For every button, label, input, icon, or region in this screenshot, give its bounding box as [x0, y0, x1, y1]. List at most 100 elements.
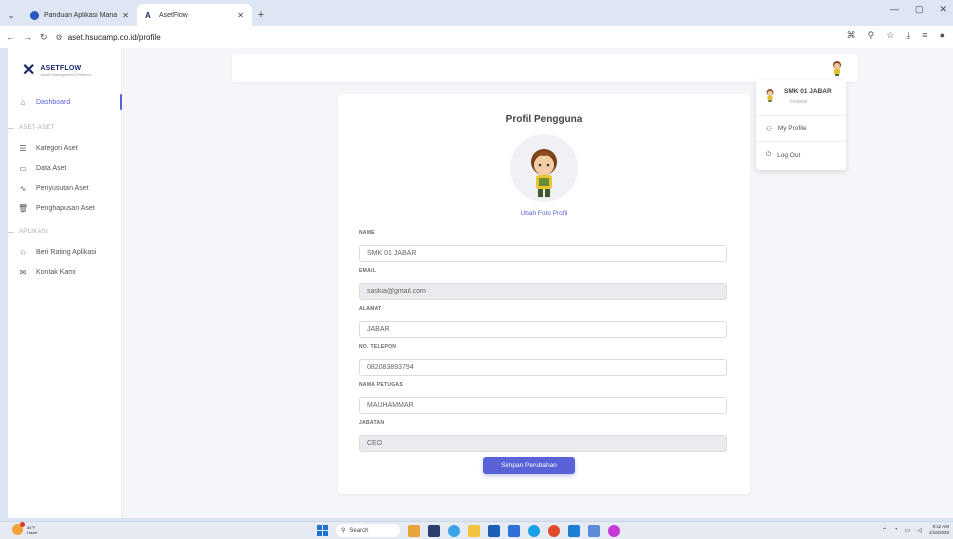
file-explorer-icon[interactable] [468, 524, 480, 537]
tab-favicon-icon [30, 10, 39, 20]
edge-browser-icon[interactable] [528, 524, 540, 537]
site-info-icon[interactable]: ⚙ [56, 33, 63, 42]
taskbar-app-icon[interactable] [428, 524, 440, 537]
power-icon: ⏻ [766, 151, 772, 158]
taskbar-app-icon[interactable] [408, 524, 420, 537]
url-field[interactable]: ⚙ aset.hsucamp.co.id/profile [56, 33, 161, 42]
brand-logo[interactable]: ✕ ASETFLOW Asset Management Platform [8, 48, 121, 84]
sidebar-item-label: Data Aset [36, 164, 67, 172]
tab-favicon-icon: A [145, 10, 151, 20]
brand-tagline: Asset Management Platform [40, 72, 91, 77]
field-label: ALAMAT [359, 306, 382, 312]
sidebar-item-label: Dashboard [36, 98, 71, 106]
tab-close-icon[interactable]: ✕ [122, 11, 129, 20]
close-window-icon[interactable]: ✕ [939, 4, 947, 15]
field-label: NAMA PETUGAS [359, 382, 403, 388]
chevron-up-icon[interactable]: ⌃ [882, 527, 887, 534]
taskbar-app-icon[interactable] [448, 524, 460, 537]
sidebar-item-dashboard[interactable]: ⌂ Dashboard [8, 92, 122, 112]
download-icon[interactable]: ⤓ [906, 30, 910, 41]
save-button[interactable]: Simpan Perubahan [483, 457, 575, 474]
officer-name-input[interactable] [359, 397, 727, 414]
chart-icon: ∿ [19, 183, 27, 193]
dropdown-user-info: SMK 01 JABAR Instansi [756, 80, 846, 116]
url-text: aset.hsucamp.co.id/profile [67, 32, 161, 42]
menu-item-logout[interactable]: ⏻ Log Out [756, 142, 846, 168]
volume-icon[interactable]: ◁ [917, 527, 922, 534]
profile-avatar-icon[interactable]: ● [940, 30, 945, 41]
trash-icon: 🗑 [18, 203, 29, 213]
weather-widget[interactable]: 84°F Hazel [12, 522, 38, 535]
back-icon[interactable]: ← [6, 32, 15, 42]
tab-close-icon[interactable]: ✕ [237, 11, 244, 20]
brand-name: ASETFLOW [40, 65, 82, 72]
taskbar-app-icon[interactable] [508, 524, 520, 537]
sidebar-item-label: Penghapusan Aset [36, 204, 95, 212]
dropdown-user-name: SMK 01 JABAR [784, 88, 832, 95]
menu-item-label: My Profile [777, 125, 807, 132]
sidebar-item-penghapusan-aset[interactable]: 🗑 Penghapusan Aset [8, 198, 121, 218]
minimize-icon[interactable]: — [890, 4, 899, 15]
zoom-icon[interactable]: ⚲ [868, 30, 875, 41]
tab-search-icon[interactable]: ⌄ [0, 4, 22, 26]
sidebar-item-label: Kategori Aset [36, 144, 78, 152]
tab-title: Panduan Aplikasi Manajemen A [44, 11, 118, 19]
field-jabatan: JABATAN [359, 420, 727, 452]
sidebar-item-penyusutan-aset[interactable]: ∿ Penyusutan Aset [8, 178, 121, 198]
browser-toolbar-right: ⌘ ⚲ ☆ ⤓ ≡ ● [847, 30, 945, 41]
sidebar-item-kontak[interactable]: ✉ Kontak Kami [8, 262, 121, 282]
menu-item-label: Log Out [777, 151, 801, 159]
phone-input[interactable] [359, 359, 727, 376]
field-label: EMAIL [359, 268, 377, 274]
clock[interactable]: 9:42 AM 4/16/2025 [929, 524, 949, 536]
position-input [359, 435, 727, 452]
profile-avatar-image [531, 149, 557, 197]
asetflow-logo-icon: ✕ [22, 62, 36, 79]
new-tab-button[interactable]: + [252, 4, 270, 26]
taskbar-search[interactable]: ⚲ Search [336, 524, 400, 537]
change-photo-link[interactable]: Ubah Foto Profil [338, 210, 750, 217]
star-icon: ☆ [19, 247, 27, 257]
field-name: NAME [359, 230, 727, 262]
search-icon: ⚲ [341, 528, 346, 534]
reload-icon[interactable]: ↻ [40, 32, 48, 43]
translate-icon[interactable]: ⌘ [847, 30, 856, 41]
chrome-browser-icon[interactable] [548, 524, 560, 537]
maximize-icon[interactable]: ▢ [915, 4, 924, 15]
field-label: NAME [359, 230, 375, 236]
taskbar-app-icon[interactable] [488, 524, 500, 537]
name-input[interactable] [359, 245, 727, 262]
reading-list-icon[interactable]: ≡ [922, 30, 927, 41]
battery-icon[interactable]: ▭ [905, 527, 911, 534]
user-avatar-button[interactable] [830, 60, 844, 76]
sidebar-item-data-aset[interactable]: ▭ Data Aset [8, 158, 121, 178]
field-telepon: NO. TELEPON [359, 344, 727, 376]
network-icon[interactable]: ◔ [894, 527, 898, 533]
taskbar-app-icon[interactable] [588, 524, 600, 537]
windows-start-icon[interactable] [317, 525, 328, 536]
user-dropdown-menu: SMK 01 JABAR Instansi ⚇ My Profile ⏻ Log… [756, 80, 846, 170]
address-input[interactable] [359, 321, 727, 338]
profile-photo[interactable] [510, 134, 578, 202]
weather-desc: Hazel [27, 529, 38, 535]
sidebar-item-kategori-aset[interactable]: ☰ Kategori Aset [8, 138, 121, 158]
forward-icon[interactable]: → [23, 32, 32, 42]
field-nama-petugas: NAMA PETUGAS [359, 382, 727, 414]
app-window: ✕ ASETFLOW Asset Management Platform ⌂ D… [8, 48, 953, 518]
sidebar-item-rating[interactable]: ☆ Beri Rating Aplikasi [8, 242, 121, 262]
section-aset-heading: ASET-ASET [8, 118, 121, 138]
list-icon: ☰ [19, 143, 27, 153]
browser-tab-panduan[interactable]: Panduan Aplikasi Manajemen A ✕ [22, 4, 137, 26]
browser-tab-asetflow[interactable]: A AsetFlow ✕ [137, 4, 252, 26]
sidebar-item-label: Beri Rating Aplikasi [36, 248, 97, 256]
clock-date: 4/16/2025 [928, 530, 949, 535]
taskbar-app-icon[interactable] [608, 524, 620, 537]
user-icon: ⚇ [766, 125, 772, 133]
menu-item-my-profile[interactable]: ⚇ My Profile [756, 116, 846, 142]
sidebar-item-label: Kontak Kami [36, 268, 76, 276]
vscode-icon[interactable] [568, 524, 580, 537]
field-alamat: ALAMAT [359, 306, 727, 338]
field-label: JABATAN [359, 420, 385, 426]
bookmark-star-icon[interactable]: ☆ [886, 30, 894, 41]
window-controls: — ▢ ✕ [890, 4, 947, 15]
